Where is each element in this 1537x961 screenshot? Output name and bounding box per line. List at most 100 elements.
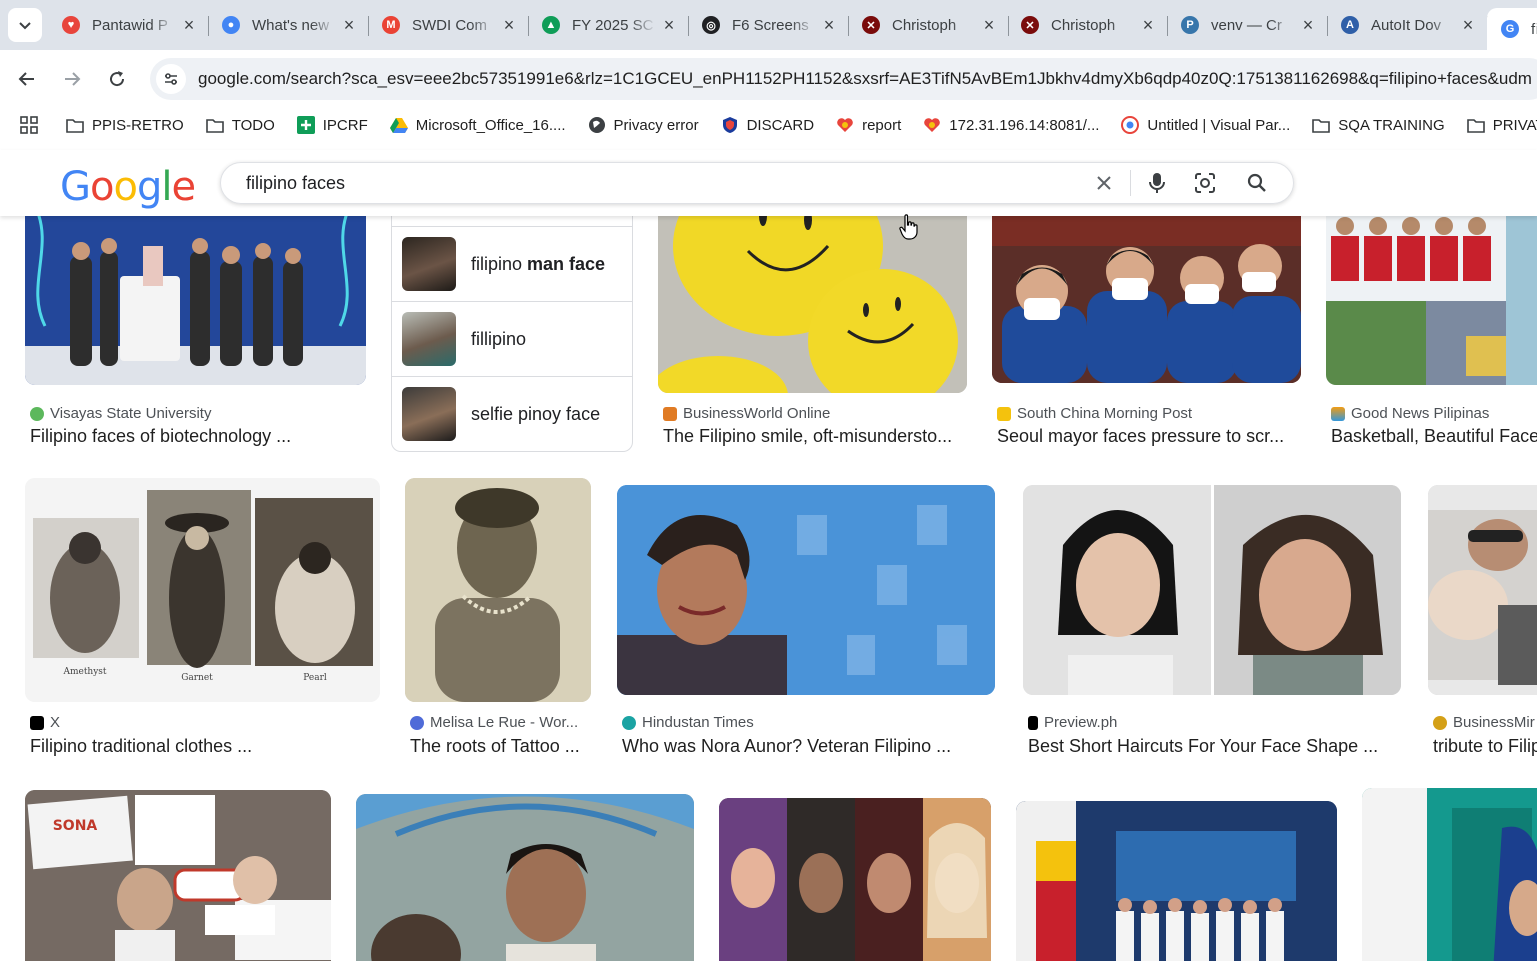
tab-search-button[interactable] <box>8 8 42 42</box>
result-title[interactable]: Best Short Haircuts For Your Face Shape … <box>1028 736 1378 757</box>
url-text[interactable]: google.com/search?sca_esv=eee2bc57351991… <box>198 69 1532 89</box>
browser-tab[interactable]: M SWDI Com × <box>368 8 528 42</box>
search-box[interactable]: filipino faces <box>220 162 1294 204</box>
bookmark-item[interactable]: IPCRF <box>296 116 368 134</box>
mouse-cursor <box>899 214 919 245</box>
tab-title: SWDI Com <box>412 16 487 34</box>
bookmark-item[interactable]: SQA TRAINING <box>1312 116 1445 134</box>
result-image[interactable] <box>356 794 694 961</box>
result-image[interactable] <box>25 216 366 385</box>
result-title[interactable]: The Filipino smile, oft-misundersto... <box>663 426 952 447</box>
related-text: fillipino <box>471 328 527 349</box>
tab-title: Christoph <box>892 16 957 34</box>
clear-search-button[interactable] <box>1084 163 1124 203</box>
result-image[interactable] <box>658 216 967 393</box>
close-tab-icon[interactable]: × <box>980 15 998 35</box>
result-image[interactable]: Amethyst Garnet Pearl <box>25 478 380 702</box>
close-tab-icon[interactable]: × <box>820 15 838 35</box>
bookmark-item[interactable]: PPIS-RETRO <box>66 116 184 134</box>
close-tab-icon[interactable]: × <box>1139 15 1157 35</box>
browser-tab[interactable]: ✕ Christoph × <box>1007 8 1167 42</box>
tab-favicon-icon: ♥ <box>62 16 80 34</box>
bookmark-item[interactable]: Privacy error <box>588 116 699 134</box>
result-card[interactable]: SONA <box>25 790 331 961</box>
bookmark-item[interactable]: Untitled | Visual Par... <box>1121 116 1290 134</box>
result-card[interactable]: BusinessMir tribute to Filip <box>1428 478 1537 758</box>
tab-favicon-icon: ✕ <box>1021 16 1039 34</box>
result-card[interactable]: Amethyst Garnet Pearl X Filipino traditi… <box>25 478 380 758</box>
result-card[interactable] <box>1362 788 1537 961</box>
browser-tab[interactable]: ● What's new × <box>208 8 368 42</box>
result-title[interactable]: tribute to Filip <box>1433 736 1537 757</box>
close-tab-icon[interactable]: × <box>1299 15 1317 35</box>
close-tab-icon[interactable]: × <box>660 15 678 35</box>
result-image[interactable] <box>1016 801 1337 961</box>
result-card[interactable]: Hindustan Times Who was Nora Aunor? Vete… <box>617 478 995 758</box>
browser-tab[interactable]: A AutoIt Dov × <box>1327 8 1487 42</box>
result-image[interactable] <box>1326 216 1537 385</box>
browser-tab[interactable]: ◎ F6 Screens × <box>688 8 848 42</box>
caption-garnet: Garnet <box>181 673 213 683</box>
close-tab-icon[interactable]: × <box>180 15 198 35</box>
related-search-item[interactable]: filipino man face <box>392 226 632 301</box>
result-title[interactable]: Basketball, Beautiful Face <box>1331 426 1537 447</box>
result-card[interactable]: Melisa Le Rue - Wor... The roots of Tatt… <box>405 478 591 758</box>
bookmark-label: TODO <box>231 116 275 134</box>
result-card[interactable] <box>1016 801 1337 961</box>
forward-button[interactable] <box>55 62 89 96</box>
bookmark-label: SQA TRAINING <box>1338 116 1445 134</box>
browser-tab[interactable]: ♥ Pantawid P × <box>48 8 208 42</box>
source-favicon <box>622 715 636 730</box>
bookmark-item[interactable]: DISCARD <box>721 116 814 134</box>
bookmark-item[interactable]: TODO <box>205 116 275 134</box>
close-tab-icon[interactable]: × <box>500 15 518 35</box>
bookmark-item[interactable]: Microsoft_Office_16.... <box>389 116 566 134</box>
tab-title: Pantawid P <box>92 16 168 34</box>
back-button[interactable] <box>10 62 44 96</box>
lens-icon <box>1195 173 1215 193</box>
related-search-item[interactable]: fillipino <box>392 301 632 376</box>
search-submit-button[interactable] <box>1237 163 1277 203</box>
close-tab-icon[interactable]: × <box>1459 15 1477 35</box>
result-image[interactable] <box>992 216 1301 383</box>
result-card[interactable]: Visayas State University Filipino faces … <box>25 216 366 456</box>
browser-tab[interactable]: Gfi <box>1487 8 1537 50</box>
result-title[interactable]: Who was Nora Aunor? Veteran Filipino ... <box>622 736 951 757</box>
browser-tab[interactable]: ▲ FY 2025 SC × <box>528 8 688 42</box>
result-card[interactable] <box>719 798 991 961</box>
result-title[interactable]: The roots of Tattoo ... <box>410 736 580 757</box>
result-title[interactable]: Filipino faces of biotechnology ... <box>30 426 291 447</box>
result-image[interactable] <box>617 485 995 695</box>
result-card[interactable]: South China Morning Post Seoul mayor fac… <box>992 216 1301 456</box>
result-card[interactable] <box>356 794 694 961</box>
result-image[interactable] <box>1428 485 1537 695</box>
plus-icon <box>296 116 315 134</box>
search-input[interactable]: filipino faces <box>246 173 1084 194</box>
result-image[interactable] <box>1023 485 1401 695</box>
result-image[interactable]: SONA <box>25 790 331 961</box>
voice-search-button[interactable] <box>1137 163 1177 203</box>
address-bar[interactable]: google.com/search?sca_esv=eee2bc57351991… <box>150 58 1537 100</box>
result-card[interactable]: Good News Pilipinas Basketball, Beautifu… <box>1326 216 1537 456</box>
image-search-button[interactable] <box>1185 163 1225 203</box>
result-source: X <box>30 714 60 731</box>
close-tab-icon[interactable]: × <box>340 15 358 35</box>
apps-button[interactable] <box>20 113 38 137</box>
site-info-button[interactable] <box>156 64 186 94</box>
reload-button[interactable] <box>100 62 134 96</box>
related-search-item[interactable]: selfie pinoy face <box>392 376 632 451</box>
result-card[interactable]: Preview.ph Best Short Haircuts For Your … <box>1023 478 1401 758</box>
browser-tab[interactable]: Pvenv — Cr × <box>1167 8 1327 42</box>
result-image[interactable] <box>719 798 991 961</box>
result-title[interactable]: Seoul mayor faces pressure to scr... <box>997 426 1284 447</box>
result-card[interactable]: BusinessWorld Online The Filipino smile,… <box>658 216 967 456</box>
logo-letter: l <box>161 164 172 210</box>
result-title[interactable]: Filipino traditional clothes ... <box>30 736 252 757</box>
browser-tab[interactable]: ✕ Christoph × <box>848 8 1008 42</box>
bookmark-item[interactable]: 172.31.196.14:8081/... <box>923 116 1099 134</box>
bookmark-item[interactable]: report <box>836 116 901 134</box>
result-image[interactable] <box>1362 788 1537 961</box>
google-logo[interactable]: Google <box>60 164 196 210</box>
result-image[interactable] <box>405 478 591 702</box>
bookmark-item[interactable]: PRIVATE <box>1466 116 1537 134</box>
